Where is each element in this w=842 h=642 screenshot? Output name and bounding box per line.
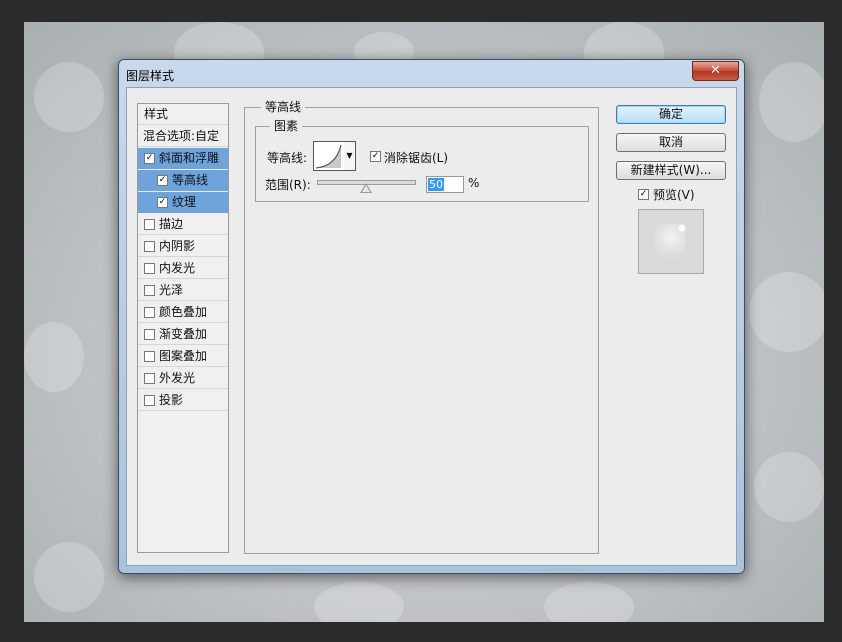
style-item-checkbox[interactable]: ✓ [157, 197, 168, 208]
range-input[interactable]: 50 [426, 176, 464, 193]
style-item[interactable]: 内阴影 [138, 236, 228, 257]
style-item-checkbox[interactable]: ✓ [157, 175, 168, 186]
style-item[interactable]: ✓ 斜面和浮雕 [138, 148, 228, 169]
style-item-checkbox[interactable] [144, 395, 155, 406]
style-item-label: 光泽 [159, 283, 184, 297]
style-item-checkbox[interactable] [144, 285, 155, 296]
new-style-button[interactable]: 新建样式(W)... [616, 161, 726, 180]
style-preview [638, 209, 704, 274]
layer-style-dialog: 图层样式 ✕ 样式 混合选项:自定 ✓ 斜面和浮雕 ✓ 等高线 ✓ 纹理描边内阴影内发光光… [118, 59, 745, 574]
style-item[interactable]: 内发光 [138, 258, 228, 279]
style-item-label: 内阴影 [159, 239, 196, 253]
range-value: 50 [428, 178, 444, 191]
elements-subgroup-title: 图素 [270, 119, 303, 133]
dialog-body: 样式 混合选项:自定 ✓ 斜面和浮雕 ✓ 等高线 ✓ 纹理描边内阴影内发光光泽颜色叠加渐变… [126, 87, 737, 566]
bokeh-background [34, 62, 104, 132]
contour-label: 等高线: [267, 151, 308, 165]
style-item-checkbox[interactable] [144, 351, 155, 362]
dialog-title: 图层样式 [126, 69, 175, 83]
style-item-label: 图案叠加 [159, 349, 208, 363]
style-item-label: 渐变叠加 [159, 327, 208, 341]
range-unit: % [468, 176, 480, 190]
blending-options-item[interactable]: 混合选项:自定 [138, 126, 228, 147]
contour-picker[interactable] [313, 141, 345, 171]
style-item-label: 颜色叠加 [159, 305, 208, 319]
chevron-down-icon: ▼ [346, 151, 353, 160]
style-item-label: 纹理 [172, 195, 197, 209]
style-item-label: 外发光 [159, 371, 196, 385]
antialias-checkbox[interactable]: ✓ [370, 151, 381, 162]
ok-button[interactable]: 确定 [616, 105, 726, 124]
preview-highlight [679, 225, 685, 231]
style-item[interactable]: 投影 [138, 390, 228, 411]
elements-subgroup: 图素 等高线: ▼ ✓ 消除锯齿(L) 范围(R): 50 % [255, 119, 589, 202]
style-item[interactable]: ✓ 等高线 [138, 170, 228, 191]
style-item[interactable]: 渐变叠加 [138, 324, 228, 345]
style-item-checkbox[interactable] [144, 263, 155, 274]
style-item[interactable]: 光泽 [138, 280, 228, 301]
style-item-checkbox[interactable] [144, 373, 155, 384]
style-item-checkbox[interactable] [144, 307, 155, 318]
contour-group: 等高线 图素 等高线: ▼ ✓ 消除锯齿(L) 范围(R): 50 % [244, 100, 599, 554]
style-item-checkbox[interactable]: ✓ [144, 153, 155, 164]
range-slider-thumb[interactable] [360, 183, 372, 193]
style-item-label: 等高线 [172, 173, 209, 187]
style-item-label: 投影 [159, 393, 184, 407]
style-item-label: 斜面和浮雕 [159, 151, 220, 165]
range-label: 范围(R): [265, 178, 311, 192]
style-item[interactable]: ✓ 纹理 [138, 192, 228, 213]
style-item[interactable]: 图案叠加 [138, 346, 228, 367]
style-item-label: 内发光 [159, 261, 196, 275]
contour-curve-icon [315, 144, 342, 169]
style-item-label: 描边 [159, 217, 184, 231]
contour-group-title: 等高线 [261, 100, 306, 114]
style-item-checkbox[interactable] [144, 241, 155, 252]
antialias-label: 消除锯齿(L) [384, 151, 449, 165]
close-button[interactable]: ✕ [692, 61, 739, 81]
styles-header[interactable]: 样式 [138, 104, 228, 125]
style-item[interactable]: 颜色叠加 [138, 302, 228, 323]
preview-label: 预览(V) [653, 188, 695, 202]
style-item[interactable]: 描边 [138, 214, 228, 235]
preview-checkbox[interactable]: ✓ [638, 189, 649, 200]
contour-dropdown-arrow[interactable]: ▼ [344, 141, 356, 171]
close-icon: ✕ [710, 63, 721, 78]
style-item[interactable]: 外发光 [138, 368, 228, 389]
cancel-button[interactable]: 取消 [616, 133, 726, 152]
style-item-checkbox[interactable] [144, 329, 155, 340]
style-item-checkbox[interactable] [144, 219, 155, 230]
title-bar[interactable]: 图层样式 ✕ [119, 60, 744, 86]
styles-list: 样式 混合选项:自定 ✓ 斜面和浮雕 ✓ 等高线 ✓ 纹理描边内阴影内发光光泽颜色叠加渐变… [137, 103, 229, 553]
